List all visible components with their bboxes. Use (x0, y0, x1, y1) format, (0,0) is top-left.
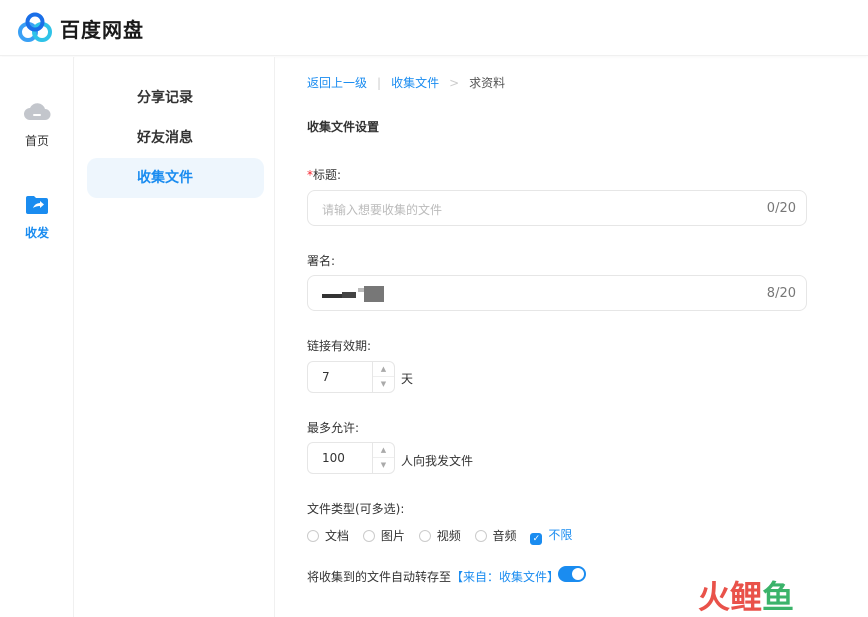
breadcrumb-chevron: > (449, 76, 460, 90)
section-title: 收集文件设置 (307, 120, 380, 134)
signature-input[interactable]: 8/20 (307, 275, 807, 311)
watermark-char: 鱼 (762, 578, 795, 616)
file-type-video-label: 视频 (436, 529, 461, 543)
title-char-count: 0/20 (766, 201, 796, 216)
file-type-doc-label: 文档 (325, 529, 350, 543)
baidu-netdisk-logo[interactable] (16, 12, 54, 44)
signature-char-count: 8/20 (766, 286, 796, 301)
max-allowed-decrement-icon[interactable]: ▼ (373, 458, 394, 473)
autosave-text: 将收集到的文件自动转存至 (307, 570, 452, 584)
left-nav: 首页 收发 (0, 57, 74, 617)
file-type-unlimited-label: 不限 (548, 528, 573, 542)
expiry-label: 链接有效期: (307, 339, 372, 353)
nav-send-label: 收发 (24, 226, 49, 240)
subnav-item-collect-files[interactable]: 收集文件 (87, 158, 264, 198)
expiry-value: 7 (322, 370, 330, 384)
subnav-item-friend-messages[interactable]: 好友消息 (87, 118, 264, 158)
file-types-label: 文件类型(可多选): (307, 502, 405, 516)
nav-home[interactable]: 首页 (0, 99, 74, 149)
file-type-image-label: 图片 (380, 529, 405, 543)
breadcrumb-current: 求资料 (469, 76, 506, 90)
file-type-unlimited[interactable]: ✓ 不限 (530, 526, 572, 545)
expiry-stepper[interactable]: 7 ▲ ▼ (307, 361, 395, 393)
toggle-knob (572, 568, 584, 580)
expiry-unit: 天 (401, 372, 414, 386)
nav-send-receive[interactable]: 收发 (0, 193, 74, 241)
max-allowed-value: 100 (322, 451, 345, 465)
max-allowed-unit: 人向我发文件 (401, 454, 474, 468)
stepper-buttons: ▲ ▼ (372, 443, 394, 473)
expiry-increment-icon[interactable]: ▲ (373, 362, 394, 377)
autosave-toggle[interactable] (558, 566, 586, 582)
file-type-doc[interactable]: 文档 (307, 527, 349, 544)
file-type-audio[interactable]: 音频 (474, 527, 517, 544)
top-bar: 百度网盘 (0, 0, 868, 56)
expiry-decrement-icon[interactable]: ▼ (373, 377, 394, 392)
title-label: *标题: (307, 166, 341, 183)
title-input-placeholder: 请输入想要收集的文件 (322, 203, 443, 217)
watermark-logo: 火鲤鱼 (698, 572, 848, 616)
back-link[interactable]: 返回上一级 (307, 76, 367, 90)
breadcrumb-separator: | (377, 76, 382, 90)
stepper-buttons: ▲ ▼ (372, 362, 394, 392)
checkmark-icon: ✓ (530, 533, 543, 545)
max-allowed-label: 最多允许: (307, 421, 360, 435)
file-type-options: 文档 图片 视频 音频 ✓ 不限 (307, 526, 582, 545)
autosave-row: 将收集到的文件自动转存至【来自：收集文件】 (307, 568, 559, 585)
sub-nav: 分享记录 好友消息 收集文件 (75, 57, 275, 617)
watermark-char: 火 (698, 578, 731, 616)
folder-share-icon (26, 196, 48, 214)
file-type-audio-label: 音频 (492, 529, 517, 543)
watermark-char: 鲤 (730, 578, 763, 616)
autosave-destination[interactable]: 【来自：收集文件】 (451, 570, 559, 584)
file-type-image[interactable]: 图片 (362, 527, 405, 544)
max-allowed-stepper[interactable]: 100 ▲ ▼ (307, 442, 395, 474)
checkbox-icon (307, 530, 319, 542)
signature-label: 署名: (307, 254, 336, 268)
nav-home-label: 首页 (24, 134, 49, 148)
breadcrumb: 返回上一级 | 收集文件 > 求资料 (307, 74, 505, 91)
brand-name: 百度网盘 (60, 18, 144, 42)
title-label-text: 标题: (313, 168, 342, 182)
max-allowed-increment-icon[interactable]: ▲ (373, 443, 394, 458)
main-content: 返回上一级 | 收集文件 > 求资料 收集文件设置 *标题: 请输入想要收集的文件 0/… (276, 57, 868, 617)
checkbox-icon (474, 530, 487, 542)
title-input[interactable]: 请输入想要收集的文件 0/20 (307, 190, 807, 226)
file-type-video[interactable]: 视频 (418, 527, 461, 544)
checkbox-icon (362, 530, 375, 542)
subnav-item-share-records[interactable]: 分享记录 (87, 78, 264, 118)
cloud-icon (24, 103, 51, 120)
breadcrumb-parent-link[interactable]: 收集文件 (391, 76, 439, 90)
redacted-signature (322, 286, 384, 302)
checkbox-icon (418, 530, 431, 542)
